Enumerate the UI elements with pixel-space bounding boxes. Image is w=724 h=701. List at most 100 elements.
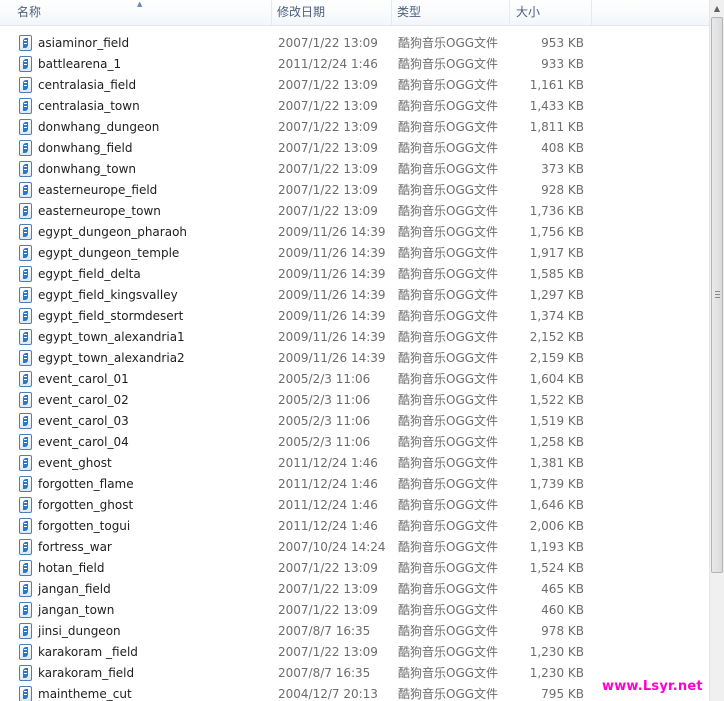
file-type: 酷狗音乐OGG文件 (398, 78, 499, 92)
ogg-audio-file-icon (19, 161, 32, 177)
file-name: forgotten_togui (38, 519, 131, 533)
file-modified-date: 2007/1/22 13:09 (278, 561, 378, 575)
file-row[interactable]: egypt_dungeon_pharaoh 2009/11/26 14:39 酷狗音… (0, 222, 709, 243)
file-row[interactable]: jinsi_dungeon 2007/8/7 16:35 酷狗音乐OGG文件 978 … (0, 621, 709, 642)
file-modified-date: 2007/1/22 13:09 (278, 120, 378, 134)
file-row[interactable]: event_ghost 2011/12/24 1:46 酷狗音乐OGG文件 1,381… (0, 453, 709, 474)
file-row[interactable]: centralasia_town 2007/1/22 13:09 酷狗音乐OGG文件… (0, 96, 709, 117)
file-type: 酷狗音乐OGG文件 (398, 36, 499, 50)
file-type: 酷狗音乐OGG文件 (398, 351, 499, 365)
ogg-audio-file-icon (19, 329, 32, 345)
file-row[interactable]: hotan_field 2007/1/22 13:09 酷狗音乐OGG文件 1,524… (0, 558, 709, 579)
file-type: 酷狗音乐OGG文件 (398, 687, 499, 701)
file-name: jinsi_dungeon (38, 624, 121, 638)
file-modified-date: 2009/11/26 14:39 (278, 309, 386, 323)
ogg-audio-file-icon (19, 665, 32, 681)
ogg-audio-file-icon (19, 602, 32, 618)
file-row[interactable]: donwhang_field 2007/1/22 13:09 酷狗音乐OGG文件 40… (0, 138, 709, 159)
file-row[interactable]: event_carol_03 2005/2/3 11:06 酷狗音乐OGG文件 1,5… (0, 411, 709, 432)
file-row[interactable]: donwhang_town 2007/1/22 13:09 酷狗音乐OGG文件 373… (0, 159, 709, 180)
file-name: egypt_field_stormdesert (38, 309, 184, 323)
file-name: event_carol_04 (38, 435, 129, 449)
file-modified-date: 2007/1/22 13:09 (278, 99, 378, 113)
file-row[interactable]: egypt_field_kingsvalley 2009/11/26 14:39 酷… (0, 285, 709, 306)
file-row[interactable]: egypt_field_delta 2009/11/26 14:39 酷狗音乐OGG… (0, 264, 709, 285)
file-name: asiaminor_field (38, 36, 130, 50)
file-name: centralasia_field (38, 78, 137, 92)
ogg-audio-file-icon (19, 581, 32, 597)
scrollbar-thumb[interactable] (711, 17, 723, 573)
file-row[interactable]: egypt_town_alexandria2 2009/11/26 14:39 酷狗… (0, 348, 709, 369)
file-modified-date: 2009/11/26 14:39 (278, 351, 386, 365)
file-modified-date: 2007/1/22 13:09 (278, 141, 378, 155)
file-row[interactable]: egypt_dungeon_temple 2009/11/26 14:39 酷狗音乐… (0, 243, 709, 264)
file-size: 933 KB (541, 57, 584, 71)
ogg-audio-file-icon (19, 350, 32, 366)
file-modified-date: 2011/12/24 1:46 (278, 498, 378, 512)
file-row[interactable]: event_carol_02 2005/2/3 11:06 酷狗音乐OGG文件 1,5… (0, 390, 709, 411)
file-name: egypt_dungeon_pharaoh (38, 225, 188, 239)
ogg-audio-file-icon (19, 98, 32, 114)
file-type: 酷狗音乐OGG文件 (398, 582, 499, 596)
ogg-audio-file-icon (19, 56, 32, 72)
file-name: forgotten_ghost (38, 498, 134, 512)
ogg-audio-file-icon (19, 434, 32, 450)
file-modified-date: 2011/12/24 1:46 (278, 456, 378, 470)
file-row[interactable]: forgotten_ghost 2011/12/24 1:46 酷狗音乐OGG文件 1… (0, 495, 709, 516)
file-row[interactable]: donwhang_dungeon 2007/1/22 13:09 酷狗音乐OGG文件… (0, 117, 709, 138)
file-size: 1,193 KB (529, 540, 584, 554)
file-name: easterneurope_field (38, 183, 158, 197)
ogg-audio-file-icon (19, 392, 32, 408)
file-row[interactable]: easterneurope_town 2007/1/22 13:09 酷狗音乐OGG… (0, 201, 709, 222)
file-name: jangan_town (38, 603, 115, 617)
file-size: 1,585 KB (529, 267, 584, 281)
file-row[interactable]: jangan_field 2007/1/22 13:09 酷狗音乐OGG文件 465 … (0, 579, 709, 600)
file-modified-date: 2005/2/3 11:06 (278, 372, 371, 386)
file-type: 酷狗音乐OGG文件 (398, 57, 499, 71)
file-row[interactable]: battlearena_1 2011/12/24 1:46 酷狗音乐OGG文件 933… (0, 54, 709, 75)
file-size: 1,917 KB (529, 246, 584, 260)
scroll-up-arrow-icon[interactable]: ▲ (710, 0, 724, 17)
file-modified-date: 2007/1/22 13:09 (278, 645, 378, 659)
file-type: 酷狗音乐OGG文件 (398, 645, 499, 659)
ogg-audio-file-icon (19, 182, 32, 198)
file-size: 1,736 KB (529, 204, 584, 218)
grip-line (715, 294, 720, 295)
file-row[interactable]: fortress_war 2007/10/24 14:24 酷狗音乐OGG文件 1,1… (0, 537, 709, 558)
file-name: egypt_town_alexandria2 (38, 351, 185, 365)
ogg-audio-file-icon (19, 308, 32, 324)
file-row[interactable]: egypt_field_stormdesert 2009/11/26 14:39 酷… (0, 306, 709, 327)
ogg-audio-file-icon (19, 245, 32, 261)
file-row[interactable]: forgotten_flame 2011/12/24 1:46 酷狗音乐OGG文件 1… (0, 474, 709, 495)
file-name: hotan_field (38, 561, 105, 575)
ogg-audio-file-icon (19, 224, 32, 240)
file-row[interactable]: jangan_town 2007/1/22 13:09 酷狗音乐OGG文件 460 K… (0, 600, 709, 621)
column-header-date[interactable]: 修改日期 (272, 0, 392, 25)
ogg-audio-file-icon (19, 266, 32, 282)
file-row[interactable]: asiaminor_field 2007/1/22 13:09 酷狗音乐OGG文件 9… (0, 33, 709, 54)
column-header-type[interactable]: 类型 (392, 0, 510, 25)
file-row[interactable]: forgotten_togui 2011/12/24 1:46 酷狗音乐OGG文件 2… (0, 516, 709, 537)
file-row[interactable]: easterneurope_field 2007/1/22 13:09 酷狗音乐OG… (0, 180, 709, 201)
file-size: 1,519 KB (529, 414, 584, 428)
file-row[interactable]: event_carol_04 2005/2/3 11:06 酷狗音乐OGG文件 1,2… (0, 432, 709, 453)
file-type: 酷狗音乐OGG文件 (398, 267, 499, 281)
file-name: karakoram _field (38, 645, 138, 659)
file-type: 酷狗音乐OGG文件 (398, 561, 499, 575)
file-size: 373 KB (541, 162, 584, 176)
file-row[interactable]: event_carol_01 2005/2/3 11:06 酷狗音乐OGG文件 1,6… (0, 369, 709, 390)
file-row[interactable]: egypt_town_alexandria1 2009/11/26 14:39 酷狗… (0, 327, 709, 348)
file-size: 1,433 KB (529, 99, 584, 113)
file-name: centralasia_town (38, 99, 140, 113)
ogg-audio-file-icon (19, 644, 32, 660)
file-type: 酷狗音乐OGG文件 (398, 162, 499, 176)
file-modified-date: 2007/1/22 13:09 (278, 162, 378, 176)
file-row[interactable]: centralasia_field 2007/1/22 13:09 酷狗音乐OGG文… (0, 75, 709, 96)
file-size: 795 KB (541, 687, 584, 701)
ogg-audio-file-icon (19, 518, 32, 534)
column-header-size[interactable]: 大小 (510, 0, 592, 25)
vertical-scrollbar[interactable]: ▲ (709, 0, 724, 701)
ogg-audio-file-icon (19, 203, 32, 219)
file-row[interactable]: karakoram _field 2007/1/22 13:09 酷狗音乐OGG文件… (0, 642, 709, 663)
file-modified-date: 2007/8/7 16:35 (278, 666, 371, 680)
